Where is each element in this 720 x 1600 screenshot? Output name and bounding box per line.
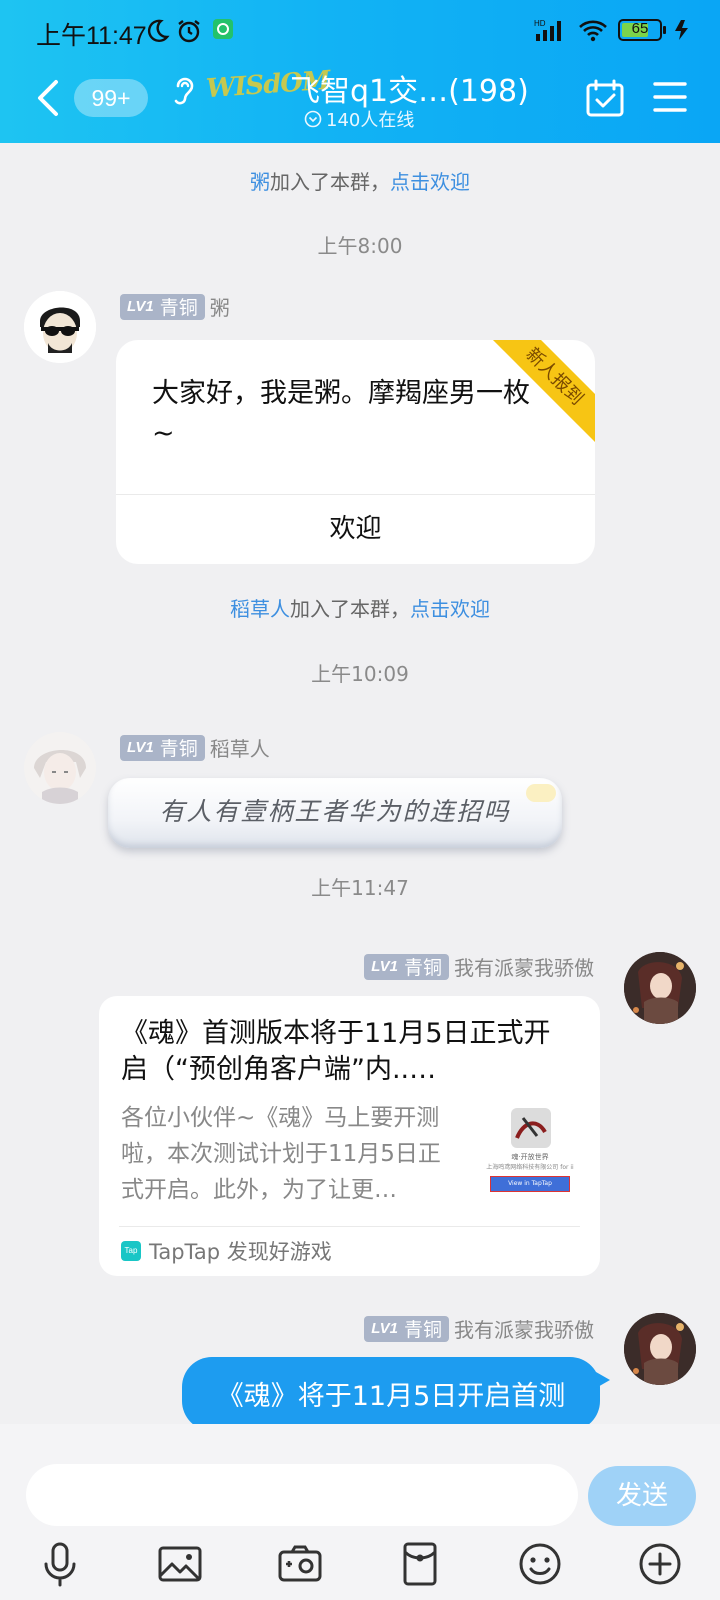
online-status[interactable]: 140人在线: [304, 106, 414, 132]
thumbnail-caption: 魂·开放世界: [511, 1153, 549, 1161]
battery-icon: 65: [618, 19, 666, 41]
sender-meta: LV1 青铜 粥: [120, 292, 230, 321]
alarm-icon: [178, 20, 200, 43]
calendar-check-icon[interactable]: [585, 78, 625, 118]
emoji-icon[interactable]: [516, 1540, 564, 1588]
thumbnail-button: View in TapTap: [490, 1176, 570, 1192]
link-share-card[interactable]: 《魂》首测版本将于11月5日正式开启（“预创角客户端”内..… 各位小伙伴~《魂…: [99, 996, 600, 1276]
level-badge: LV1 青铜: [364, 953, 449, 980]
online-count: 140人在线: [326, 110, 415, 131]
message-bubble: 《魂》将于11月5日开启首测: [182, 1357, 600, 1431]
charging-icon: [675, 20, 688, 40]
sender-name[interactable]: 粥: [210, 292, 230, 321]
avatar[interactable]: [624, 952, 696, 1024]
link-source: Tap TapTap 发现好游戏: [121, 1236, 332, 1266]
sender-name[interactable]: 稻草人: [210, 733, 270, 762]
link-description: 各位小伙伴~《魂》马上要开测啦，本次测试计划于11月5日正式开启。此外，为了让更…: [121, 1105, 441, 1203]
avatar[interactable]: [24, 291, 96, 363]
message-text: 《魂》将于11月5日开启首测: [216, 1381, 566, 1412]
message-bubble-cloud: 有人有壹柄王者华为的连招吗: [108, 778, 562, 848]
image-icon[interactable]: [156, 1540, 204, 1588]
newbie-intro-card: 新人报到 大家好，我是粥。摩羯座男一枚~ 欢迎: [116, 340, 595, 564]
timestamp: 上午11:47: [311, 876, 409, 900]
message-text: 大家好，我是粥。摩羯座男一枚~: [152, 378, 530, 449]
send-button[interactable]: 发送: [588, 1466, 696, 1526]
header: 上午11:47 HD 65 99+ WISdOM 飞智q1交…(198) 140…: [0, 0, 720, 143]
join-notice: 粥加入了本群，点击欢迎: [250, 170, 470, 194]
svg-text:HD: HD: [534, 19, 546, 28]
chevron-down-circle-icon: [304, 110, 322, 128]
game-logo-icon: [511, 1108, 551, 1148]
timestamp: 上午10:09: [311, 662, 409, 686]
avatar-image: [624, 952, 696, 1024]
welcome-link[interactable]: 点击欢迎: [390, 170, 470, 194]
level-badge: LV1 青铜: [120, 734, 205, 761]
signal-icon: HD: [534, 19, 561, 41]
link-title: 《魂》首测版本将于11月5日正式开启（“预创角客户端”内..…: [121, 1018, 551, 1085]
avatar-image: [24, 291, 96, 363]
sender-meta: LV1 青铜 我有派蒙我骄傲: [364, 1314, 594, 1343]
avatar-image: [24, 732, 96, 804]
message-text: 有人有壹柄王者华为的连招吗: [159, 797, 511, 826]
avatar-image: [624, 1313, 696, 1385]
thumbnail-subcaption: 上海鸣鸢网络科技有限公司 for ii: [486, 1164, 574, 1171]
source-name: TapTap 发现好游戏: [149, 1240, 332, 1264]
group-title[interactable]: 飞智q1交…(198): [290, 66, 529, 110]
wifi-icon: [579, 20, 607, 42]
level-badge: LV1 青铜: [120, 293, 205, 320]
sender-meta: LV1 青铜 稻草人: [120, 733, 270, 762]
welcome-button[interactable]: 欢迎: [116, 495, 595, 564]
camera-icon[interactable]: [276, 1540, 324, 1588]
timestamp: 上午8:00: [317, 234, 403, 258]
mic-icon[interactable]: [36, 1540, 84, 1588]
status-bar: 上午11:47 HD 65: [0, 0, 720, 64]
joined-user-name[interactable]: 稻草人: [230, 597, 290, 621]
join-notice: 稻草人加入了本群，点击欢迎: [230, 597, 490, 621]
status-time: 上午11:47: [36, 22, 147, 50]
bubble-tail: [596, 1372, 610, 1388]
link-thumbnail: 魂·开放世界 上海鸣鸢网络科技有限公司 for ii View in TapTa…: [483, 1108, 577, 1200]
status-right: HD 65: [534, 18, 692, 42]
app-notification-icon: [213, 19, 233, 39]
sender-meta: LV1 青铜 我有派蒙我骄傲: [364, 952, 594, 981]
joined-user-name[interactable]: 粥: [250, 170, 270, 194]
avatar[interactable]: [24, 732, 96, 804]
sender-name[interactable]: 我有派蒙我骄傲: [454, 952, 594, 981]
ear-icon[interactable]: [170, 74, 198, 110]
sender-name[interactable]: 我有派蒙我骄傲: [454, 1314, 594, 1343]
moon-icon: [147, 19, 170, 42]
menu-icon[interactable]: [652, 80, 688, 114]
welcome-link[interactable]: 点击欢迎: [410, 597, 490, 621]
red-packet-icon[interactable]: [396, 1540, 444, 1588]
taptap-icon: Tap: [121, 1241, 141, 1261]
message-input[interactable]: [26, 1464, 578, 1526]
level-badge: LV1 青铜: [364, 1315, 449, 1342]
plus-icon[interactable]: [636, 1540, 684, 1588]
back-button[interactable]: [30, 76, 66, 120]
unread-count-badge[interactable]: 99+: [74, 79, 148, 117]
avatar[interactable]: [624, 1313, 696, 1385]
